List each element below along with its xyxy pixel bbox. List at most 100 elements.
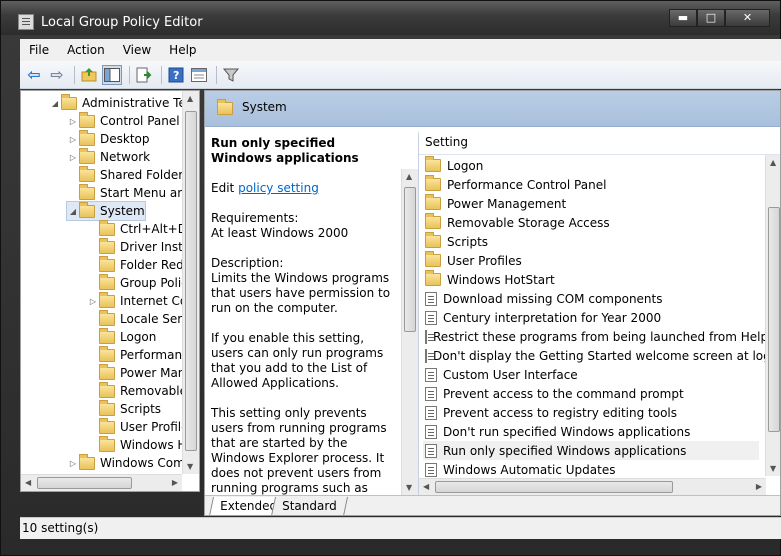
- scroll-up-icon[interactable]: ▲: [770, 158, 776, 167]
- maximize-button[interactable]: □: [697, 9, 725, 27]
- tab-standard[interactable]: Standard: [270, 497, 348, 515]
- list-item[interactable]: Century interpretation for Year 2000: [423, 308, 759, 327]
- scroll-down-icon[interactable]: ▼: [187, 462, 193, 471]
- menu-action[interactable]: Action: [58, 43, 114, 57]
- folder-icon: [99, 399, 115, 416]
- back-icon[interactable]: ⇦: [24, 65, 44, 85]
- list-item[interactable]: Custom User Interface: [423, 365, 759, 384]
- tree-item-label: Network: [100, 150, 151, 164]
- expand-arrow-icon[interactable]: ▷: [87, 297, 99, 306]
- tree-item[interactable]: Logon: [87, 327, 157, 346]
- list-item[interactable]: Removable Storage Access: [423, 213, 759, 232]
- list-item[interactable]: Prevent access to the command prompt: [423, 384, 759, 403]
- title-bar[interactable]: Local Group Policy Editor ▬ □ ✕: [1, 1, 780, 35]
- tree-item[interactable]: Performan: [87, 345, 182, 364]
- tree-vertical-scroll-thumb[interactable]: [185, 111, 197, 451]
- description-vertical-scrollbar[interactable]: ▲ ▼: [401, 169, 418, 495]
- filter-icon[interactable]: [221, 65, 241, 85]
- scroll-up-icon[interactable]: ▲: [406, 172, 412, 181]
- description-scroll-thumb[interactable]: [404, 187, 416, 332]
- tree-item[interactable]: User Profile: [87, 417, 188, 436]
- list-vertical-scrollbar[interactable]: ▲ ▼: [765, 155, 780, 476]
- list-horizontal-scroll-thumb[interactable]: [435, 481, 673, 493]
- tree-item[interactable]: Scripts: [87, 399, 162, 418]
- collapse-arrow-icon[interactable]: ◢: [49, 99, 61, 108]
- menu-view[interactable]: View: [114, 43, 160, 57]
- tree-item[interactable]: Windows H: [87, 435, 186, 454]
- list-item[interactable]: Prevent access to registry editing tools: [423, 403, 759, 422]
- edit-line: Edit policy setting: [211, 181, 397, 196]
- tree-item[interactable]: Locale Serv: [87, 309, 189, 328]
- list-item[interactable]: Run only specified Windows applications: [423, 441, 759, 460]
- requirements-label: Requirements:: [211, 211, 299, 225]
- list-horizontal-scrollbar[interactable]: ◀ ▶: [419, 478, 766, 495]
- close-button[interactable]: ✕: [725, 9, 770, 27]
- tree-vertical-scrollbar[interactable]: ▲ ▼: [182, 91, 199, 474]
- properties-icon[interactable]: [189, 65, 209, 85]
- menu-file[interactable]: File: [20, 43, 58, 57]
- tree-item[interactable]: Removable: [87, 381, 187, 400]
- minimize-button[interactable]: ▬: [669, 9, 697, 27]
- description-paragraph-3: This setting only prevents users from ru…: [211, 406, 387, 495]
- tree-item[interactable]: Ctrl+Alt+D: [87, 219, 187, 238]
- list-item[interactable]: Scripts: [423, 232, 759, 251]
- list-item[interactable]: Windows Automatic Updates: [423, 460, 759, 479]
- tree-horizontal-scroll-thumb[interactable]: [37, 477, 132, 489]
- scroll-left-icon[interactable]: ◀: [25, 478, 31, 487]
- list-vertical-scroll-thumb[interactable]: [768, 207, 780, 432]
- tree-item[interactable]: ▷ Control Panel: [67, 111, 180, 130]
- window-controls: ▬ □ ✕: [669, 9, 770, 27]
- app-window: Local Group Policy Editor ▬ □ ✕ File Act…: [0, 0, 781, 556]
- expand-arrow-icon[interactable]: ▷: [67, 117, 79, 126]
- scroll-down-icon[interactable]: ▼: [406, 483, 412, 492]
- svg-text:?: ?: [173, 69, 179, 82]
- expand-arrow-icon[interactable]: ▷: [67, 135, 79, 144]
- list-item[interactable]: Don't display the Getting Started welcom…: [423, 346, 780, 365]
- list-item[interactable]: Don't run specified Windows applications: [423, 422, 759, 441]
- tree-item[interactable]: Group Polic: [87, 273, 188, 292]
- scroll-right-icon[interactable]: ▶: [172, 478, 178, 487]
- tree-item[interactable]: Folder Redi: [87, 255, 187, 274]
- scroll-left-icon[interactable]: ◀: [423, 482, 429, 491]
- list-item[interactable]: Performance Control Panel: [423, 175, 759, 194]
- tree-item-label: Driver Insta: [120, 240, 191, 254]
- up-folder-icon[interactable]: [79, 65, 99, 85]
- list-item[interactable]: Download missing COM components: [423, 289, 759, 308]
- list-item[interactable]: Restrict these programs from being launc…: [423, 327, 768, 346]
- tree-item-label: Logon: [120, 330, 157, 344]
- tree-item[interactable]: ▷ Desktop: [67, 129, 150, 148]
- gpedit-app-icon: [18, 14, 34, 30]
- list-item[interactable]: Windows HotStart: [423, 270, 759, 289]
- folder-icon: [99, 309, 115, 326]
- collapse-arrow-icon[interactable]: ◢: [67, 207, 79, 216]
- export-list-icon[interactable]: [134, 65, 154, 85]
- tree-item[interactable]: Driver Insta: [87, 237, 191, 256]
- tree-item[interactable]: ◢ System: [66, 201, 146, 221]
- scroll-right-icon[interactable]: ▶: [756, 482, 762, 491]
- scroll-down-icon[interactable]: ▼: [770, 464, 776, 473]
- expand-arrow-icon[interactable]: ▷: [67, 153, 79, 162]
- tree-item[interactable]: Start Menu and: [67, 183, 192, 202]
- help-icon[interactable]: ?: [166, 65, 186, 85]
- tree-item[interactable]: Power Man: [87, 363, 185, 382]
- tree-item[interactable]: ▷ Windows Com: [67, 453, 185, 472]
- tree-horizontal-scrollbar[interactable]: ◀ ▶: [21, 474, 182, 491]
- expand-arrow-icon[interactable]: ▷: [67, 459, 79, 468]
- list-item[interactable]: Logon: [423, 156, 759, 175]
- show-hide-tree-icon[interactable]: [102, 64, 122, 85]
- tree-item[interactable]: ▷ Internet Co: [87, 291, 187, 310]
- setting-column-header[interactable]: Setting: [419, 127, 780, 155]
- list-item[interactable]: Power Management: [423, 194, 759, 213]
- toolbar-separator: [216, 65, 217, 84]
- scroll-up-icon[interactable]: ▲: [187, 94, 193, 103]
- edit-policy-setting-link[interactable]: policy setting: [238, 181, 319, 195]
- menu-help[interactable]: Help: [160, 43, 205, 57]
- tree-item-label: Scripts: [120, 402, 162, 416]
- list-item[interactable]: User Profiles: [423, 251, 759, 270]
- category-title: System: [242, 100, 287, 114]
- tree-item[interactable]: Shared Folders: [67, 165, 189, 184]
- forward-icon[interactable]: ⇨: [47, 65, 67, 85]
- tree-item[interactable]: ▷ Network: [67, 147, 151, 166]
- folder-icon: [425, 251, 441, 267]
- tree-item[interactable]: ◢ Administrative Ter: [49, 93, 191, 112]
